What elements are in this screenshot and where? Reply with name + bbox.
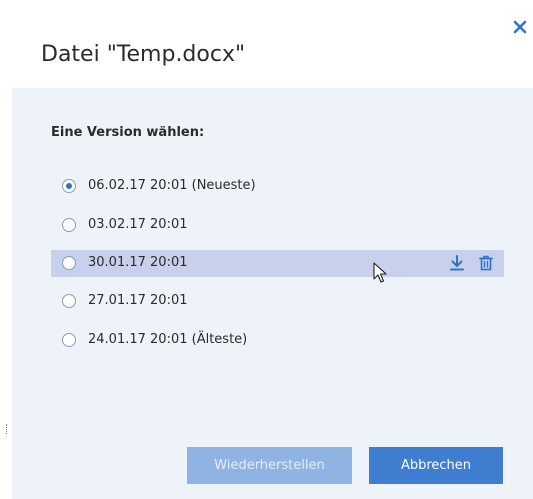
version-radio[interactable] [62, 179, 76, 193]
restore-button[interactable]: Wiederherstellen [187, 447, 352, 484]
version-radio[interactable] [62, 256, 76, 270]
version-radio[interactable] [62, 333, 76, 347]
version-radio[interactable] [62, 294, 76, 308]
dialog-title: Datei "Temp.docx" [41, 42, 246, 67]
download-icon[interactable] [449, 255, 465, 271]
window-edge-marker [6, 424, 8, 434]
version-label: 27.01.17 20:01 [88, 293, 188, 308]
cancel-button[interactable]: Abbrechen [369, 447, 503, 484]
version-label: 03.02.17 20:01 [88, 217, 188, 232]
dialog-header: Datei "Temp.docx" [12, 0, 533, 88]
version-dialog: Datei "Temp.docx" Eine Version wählen: 0… [12, 0, 533, 499]
version-row[interactable]: 03.02.17 20:01 [51, 212, 504, 239]
version-radio[interactable] [62, 218, 76, 232]
version-row[interactable]: 30.01.17 20:01 [51, 250, 504, 277]
mouse-cursor-icon [373, 262, 387, 283]
version-row[interactable]: 06.02.17 20:01 (Neueste) [51, 173, 504, 200]
version-select-label: Eine Version wählen: [51, 125, 205, 140]
trash-icon[interactable] [478, 255, 494, 271]
close-icon[interactable] [512, 19, 528, 35]
version-label: 24.01.17 20:01 (Älteste) [88, 332, 248, 347]
version-label: 30.01.17 20:01 [88, 255, 188, 270]
version-row[interactable]: 24.01.17 20:01 (Älteste) [51, 327, 504, 354]
version-row[interactable]: 27.01.17 20:01 [51, 288, 504, 315]
version-label: 06.02.17 20:01 (Neueste) [88, 178, 256, 193]
